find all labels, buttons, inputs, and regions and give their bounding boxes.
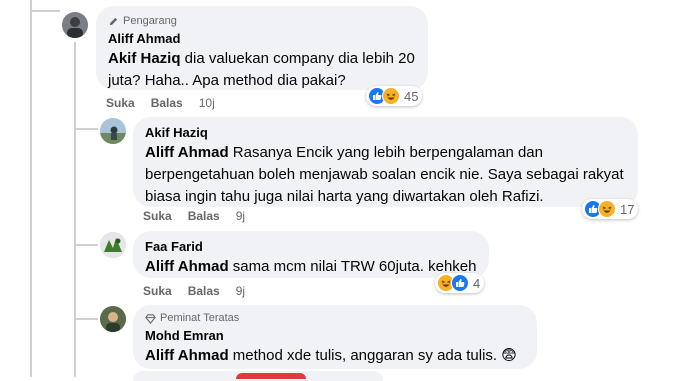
reaction-summary[interactable]: 45 [366, 86, 423, 106]
comment-actions: Suka Balas 9j [143, 284, 245, 298]
like-button[interactable]: Suka [143, 284, 172, 298]
comment-bubble: Peminat Teratas Mohd Emran Aliff Ahmad m… [133, 305, 537, 369]
thread-line-top [30, 10, 60, 12]
top-fan-badge: Peminat Teratas [145, 311, 525, 325]
next-comment-image-preview [236, 373, 306, 379]
reaction-count: 17 [620, 201, 635, 217]
badge-label: Peminat Teratas [160, 312, 240, 324]
comment-author[interactable]: Mohd Emran [145, 327, 525, 344]
timestamp[interactable]: 9j [236, 209, 245, 223]
comment-body: sama mcm nilai TRW 60juta. kehkeh [228, 258, 477, 275]
avatar[interactable] [100, 232, 126, 258]
mention-tag[interactable]: Aliff Ahmad [145, 258, 229, 275]
comment-text: Akif Haziq dia valuekan company dia lebi… [108, 48, 416, 92]
timestamp[interactable]: 9j [236, 284, 245, 298]
comment-text: Aliff Ahmad Rasanya Encik yang lebih ber… [145, 142, 626, 208]
mention-tag[interactable]: Aliff Ahmad [145, 347, 229, 364]
pencil-icon [109, 17, 118, 25]
thread-line-reply [74, 42, 76, 377]
timestamp[interactable]: 10j [199, 96, 215, 110]
haha-icon [598, 200, 616, 218]
reply-button[interactable]: Balas [188, 209, 220, 223]
comment-text: Aliff Ahmad sama mcm nilai TRW 60juta. k… [145, 256, 477, 278]
author-badge: Pengarang [108, 14, 416, 28]
haha-icon [382, 87, 400, 105]
reaction-summary[interactable]: 17 [582, 199, 639, 219]
comment-body: method xde tulis, anggaran sy ada tulis. [228, 347, 502, 364]
reaction-count: 4 [473, 275, 481, 291]
comment-actions: Suka Balas 10j [106, 96, 215, 110]
like-button[interactable]: Suka [106, 96, 135, 110]
diamond-icon [145, 313, 156, 324]
comment-bubble: Akif Haziq Aliff Ahmad Rasanya Encik yan… [133, 117, 638, 207]
like-icon [451, 274, 469, 292]
mention-tag[interactable]: Aliff Ahmad [145, 144, 229, 161]
avatar[interactable] [62, 12, 88, 38]
mention-tag[interactable]: Akif Haziq [108, 50, 181, 67]
comment-author[interactable]: Akif Haziq [145, 124, 626, 141]
thread-branch-2 [74, 244, 98, 246]
comment-author[interactable]: Faa Farid [145, 238, 477, 255]
reply-button[interactable]: Balas [188, 284, 220, 298]
thread-branch-1 [74, 128, 98, 130]
comment-text: Aliff Ahmad method xde tulis, anggaran s… [145, 345, 525, 367]
fearful-face-emoji: 😨 [501, 347, 517, 364]
reaction-count: 45 [404, 88, 419, 104]
avatar[interactable] [100, 118, 126, 144]
comment-author[interactable]: Aliff Ahmad [108, 30, 416, 47]
thread-branch-3 [74, 318, 98, 320]
reaction-summary[interactable]: 4 [435, 273, 485, 293]
comment-actions: Suka Balas 9j [143, 209, 245, 223]
avatar[interactable] [100, 306, 126, 332]
reply-button[interactable]: Balas [151, 96, 183, 110]
comment-bubble: Pengarang Aliff Ahmad Akif Haziq dia val… [96, 6, 428, 90]
like-button[interactable]: Suka [143, 209, 172, 223]
comment-bubble: Faa Farid Aliff Ahmad sama mcm nilai TRW… [133, 231, 489, 278]
badge-label: Pengarang [123, 15, 177, 27]
thread-line-left [30, 0, 32, 377]
